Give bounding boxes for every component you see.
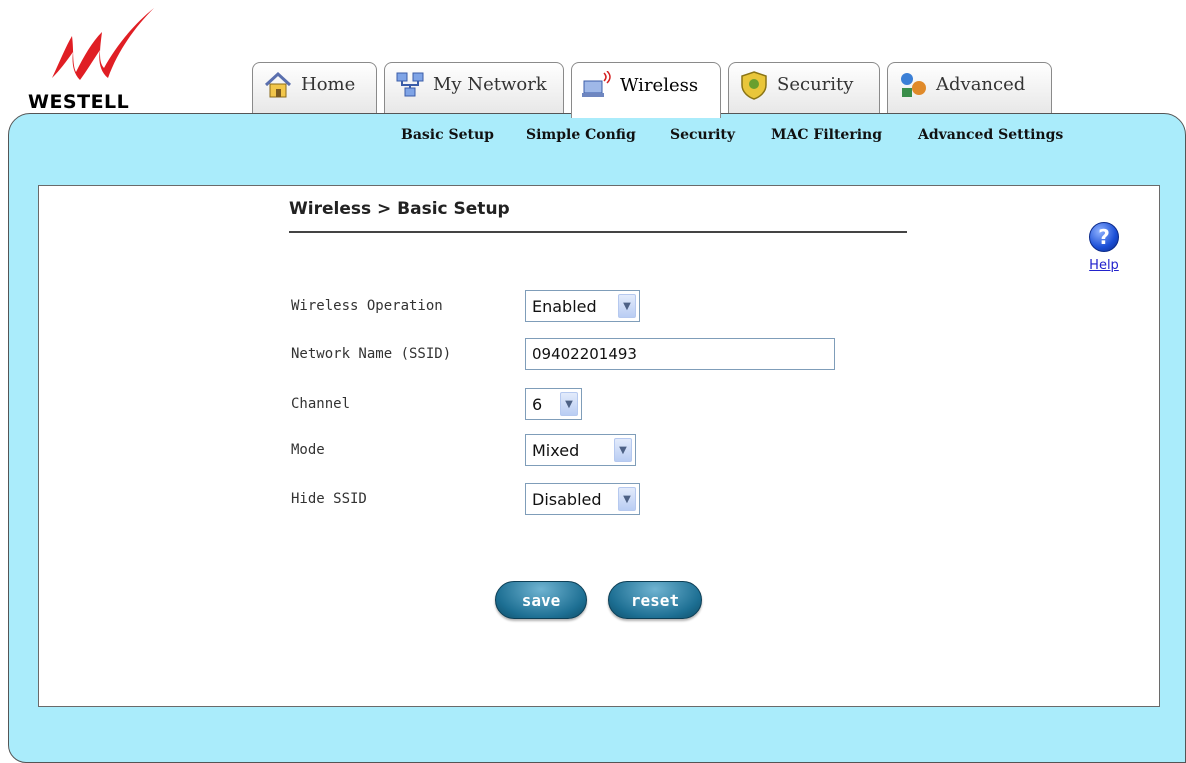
brand-name: WESTELL <box>28 91 130 113</box>
channel-select[interactable]: 6 ▼ <box>525 388 582 420</box>
tab-label: Wireless <box>620 75 699 96</box>
wireless-icon <box>582 69 612 101</box>
wireless-operation-row: Wireless Operation Enabled ▼ <box>291 290 640 322</box>
advanced-icon <box>898 70 928 100</box>
home-icon <box>263 70 293 100</box>
westell-logo: WESTELL <box>28 6 168 113</box>
save-button[interactable]: save <box>495 581 587 619</box>
subnav-basic-setup[interactable]: Basic Setup <box>401 127 494 151</box>
subnav-mac-filtering[interactable]: MAC Filtering <box>771 127 882 151</box>
settings-panel: Wireless > Basic Setup ? Help Wireless O… <box>38 185 1160 707</box>
hide-ssid-label: Hide SSID <box>291 491 367 507</box>
tab-home[interactable]: Home <box>252 62 377 116</box>
tab-label: Security <box>777 74 854 95</box>
wireless-operation-select[interactable]: Enabled ▼ <box>525 290 640 322</box>
hide-ssid-row: Hide SSID Disabled ▼ <box>291 483 640 515</box>
tab-my-network[interactable]: My Network <box>384 62 564 116</box>
tab-advanced[interactable]: Advanced <box>887 62 1052 116</box>
mode-select[interactable]: Mixed ▼ <box>525 434 636 466</box>
tab-label: Advanced <box>936 74 1026 95</box>
page-title: Wireless > Basic Setup <box>289 199 510 219</box>
reset-button[interactable]: reset <box>608 581 702 619</box>
subnav-advanced-settings[interactable]: Advanced Settings <box>918 127 1063 151</box>
tab-security[interactable]: Security <box>728 62 880 116</box>
ssid-row: Network Name (SSID) <box>291 338 835 370</box>
help-link[interactable]: ? Help <box>1084 222 1124 273</box>
channel-label: Channel <box>291 396 351 412</box>
chevron-down-icon[interactable]: ▼ <box>560 392 578 416</box>
tab-label: Home <box>301 74 356 95</box>
select-value: Enabled <box>532 296 597 316</box>
shield-icon <box>739 70 769 100</box>
subnav-simple-config[interactable]: Simple Config <box>526 127 636 151</box>
select-value: Mixed <box>532 440 580 460</box>
content-frame: Basic Setup Simple Config Security MAC F… <box>8 113 1186 763</box>
chevron-down-icon[interactable]: ▼ <box>614 438 632 462</box>
westell-logo-mark <box>52 8 154 80</box>
mode-label: Mode <box>291 442 325 458</box>
wireless-operation-label: Wireless Operation <box>291 298 443 314</box>
channel-row: Channel 6 ▼ <box>291 388 582 420</box>
ssid-input[interactable] <box>525 338 835 370</box>
mode-row: Mode Mixed ▼ <box>291 434 636 466</box>
tab-wireless[interactable]: Wireless <box>571 62 721 118</box>
hide-ssid-select[interactable]: Disabled ▼ <box>525 483 640 515</box>
chevron-down-icon[interactable]: ▼ <box>618 487 636 511</box>
help-icon[interactable]: ? <box>1089 222 1119 252</box>
select-value: 6 <box>532 394 543 414</box>
subnav-security[interactable]: Security <box>670 127 735 151</box>
title-divider <box>289 231 907 233</box>
network-icon <box>395 70 425 100</box>
tab-label: My Network <box>433 74 547 95</box>
select-value: Disabled <box>532 489 602 509</box>
chevron-down-icon[interactable]: ▼ <box>618 294 636 318</box>
help-label[interactable]: Help <box>1084 258 1124 273</box>
ssid-label: Network Name (SSID) <box>291 346 452 362</box>
